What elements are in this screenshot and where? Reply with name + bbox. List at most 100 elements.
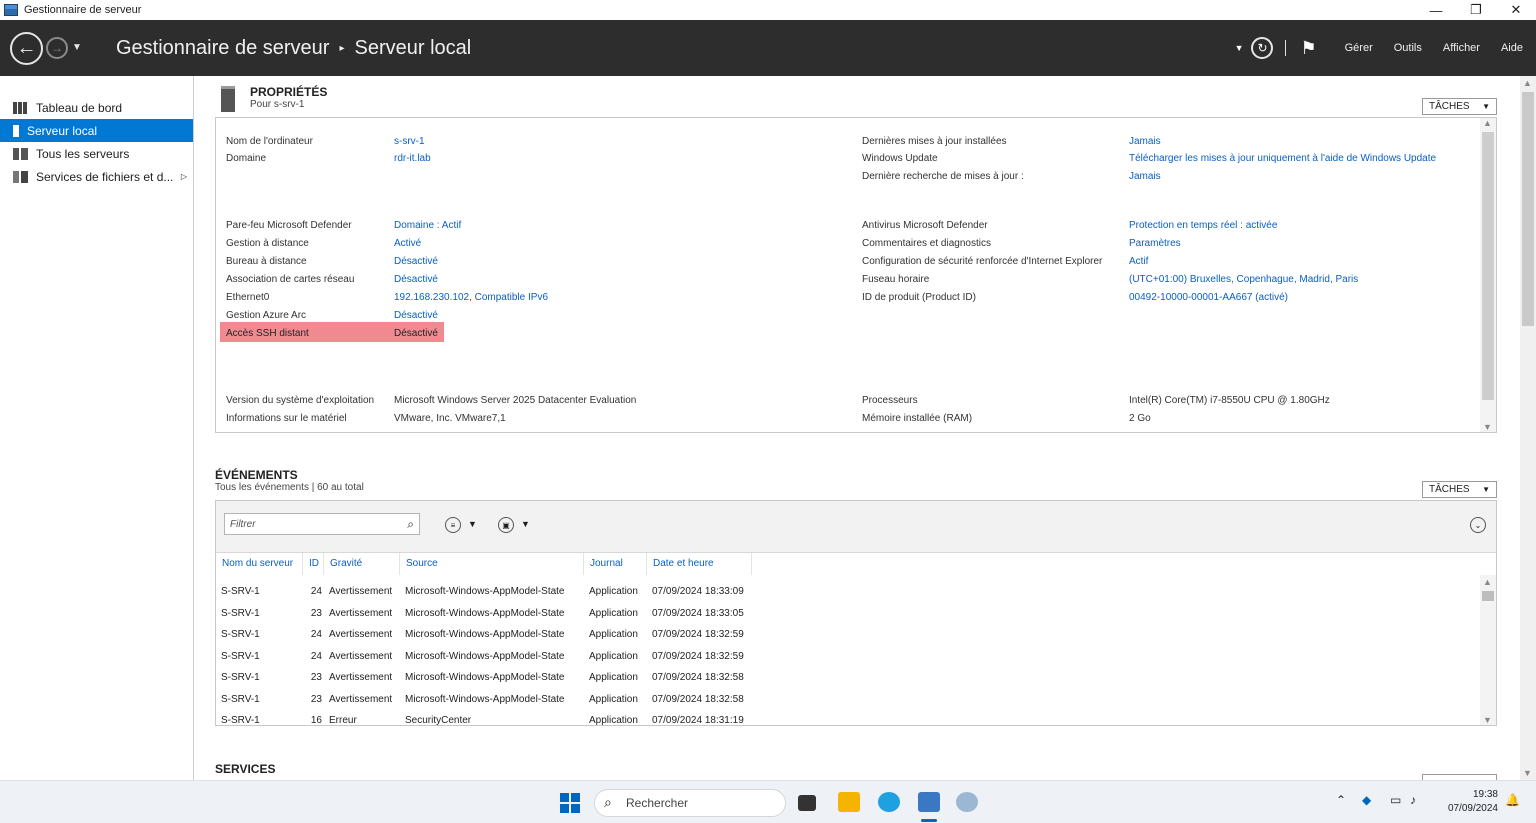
- prop-value-last-check[interactable]: Jamais: [1129, 171, 1161, 182]
- window-controls: — ❐ ✕: [1416, 0, 1536, 20]
- cell-log: Application: [589, 650, 638, 662]
- notifications-flag-icon[interactable]: ⚑: [1300, 38, 1316, 59]
- minimize-button[interactable]: —: [1416, 0, 1456, 20]
- sidebar-item-label: Serveur local: [27, 123, 98, 138]
- menu-afficher[interactable]: Afficher: [1443, 42, 1480, 54]
- server-manager-taskbar-icon[interactable]: [918, 792, 940, 812]
- col-source[interactable]: Source: [400, 553, 584, 575]
- prop-value-nic-teaming[interactable]: Désactivé: [394, 274, 438, 285]
- col-date-time[interactable]: Date et heure: [647, 553, 752, 575]
- menu-aide[interactable]: Aide: [1501, 42, 1523, 54]
- maximize-button[interactable]: ❐: [1456, 0, 1496, 20]
- cell-severity: Erreur: [329, 715, 357, 726]
- taskbar-search[interactable]: ⌕ Rechercher: [594, 789, 786, 817]
- properties-scrollbar[interactable]: ▲ ▼: [1480, 118, 1496, 432]
- properties-tasks-button[interactable]: TÂCHES ▼: [1422, 98, 1497, 115]
- chevron-down-icon: ▼: [1482, 485, 1490, 494]
- events-tasks-button[interactable]: TÂCHES ▼: [1422, 481, 1497, 498]
- arrow-left-icon: ←: [16, 37, 37, 59]
- table-row[interactable]: S-SRV-1 23 Avertissement Microsoft-Windo…: [216, 603, 752, 625]
- tasks-label: TÂCHES: [1429, 484, 1470, 495]
- prop-value-last-updates[interactable]: Jamais: [1129, 136, 1161, 147]
- scroll-up-icon[interactable]: ▲: [1523, 78, 1532, 88]
- scroll-down-icon[interactable]: ▼: [1523, 768, 1532, 778]
- cell-source: Microsoft-Windows-AppModel-State: [405, 693, 565, 705]
- prop-value-remote-desktop[interactable]: Désactivé: [394, 256, 438, 267]
- menu-outils[interactable]: Outils: [1394, 42, 1422, 54]
- events-title: ÉVÉNEMENTS: [215, 468, 298, 482]
- scrollbar-thumb[interactable]: [1482, 132, 1494, 400]
- scrollbar-thumb[interactable]: [1522, 92, 1534, 326]
- table-row[interactable]: S-SRV-1 24 Avertissement Microsoft-Windo…: [216, 581, 752, 603]
- tasks-label: TÂCHES: [1429, 101, 1470, 112]
- properties-header: PROPRIÉTÉS Pour s-srv-1: [250, 85, 327, 110]
- scroll-down-icon[interactable]: ▼: [1483, 422, 1492, 432]
- table-row[interactable]: S-SRV-1 16 Erreur SecurityCenter Applica…: [216, 710, 752, 726]
- search-icon: ⌕: [604, 794, 612, 810]
- col-id[interactable]: ID: [303, 553, 324, 575]
- notification-bell-icon[interactable]: 🔔: [1505, 793, 1520, 807]
- table-row[interactable]: S-SRV-1 23 Avertissement Microsoft-Windo…: [216, 689, 752, 711]
- forward-button[interactable]: →: [46, 37, 68, 59]
- filter-input[interactable]: Filtrer ⌕: [224, 513, 420, 535]
- edge-browser-icon[interactable]: [878, 792, 900, 812]
- refresh-icon[interactable]: ↻: [1251, 37, 1274, 59]
- windows-start-icon[interactable]: [560, 793, 580, 813]
- main-scrollbar[interactable]: ▲ ▼: [1520, 76, 1536, 780]
- col-severity[interactable]: Gravité: [324, 553, 400, 575]
- prop-value-ethernet[interactable]: 192.168.230.102, Compatible IPv6: [394, 292, 548, 303]
- breadcrumb-app[interactable]: Gestionnaire de serveur: [116, 37, 329, 60]
- close-button[interactable]: ✕: [1496, 0, 1536, 20]
- sidebar-item-file-services[interactable]: Services de fichiers et d... ▷: [0, 165, 193, 188]
- search-icon[interactable]: ⌕: [407, 517, 414, 532]
- scroll-down-icon[interactable]: ▼: [1483, 715, 1492, 725]
- sidebar-item-all-servers[interactable]: Tous les serveurs: [0, 142, 193, 165]
- prop-value-remote-management[interactable]: Activé: [394, 238, 421, 249]
- col-server-name[interactable]: Nom du serveur: [216, 553, 303, 575]
- task-view-icon[interactable]: [798, 795, 816, 811]
- menu-gerer[interactable]: Gérer: [1345, 42, 1373, 54]
- prop-value-ssh[interactable]: Désactivé: [394, 328, 438, 339]
- expand-arrow-icon[interactable]: ▷: [181, 172, 187, 181]
- col-log[interactable]: Journal: [584, 553, 647, 575]
- scroll-up-icon[interactable]: ▲: [1483, 118, 1492, 128]
- table-row[interactable]: S-SRV-1 23 Avertissement Microsoft-Windo…: [216, 667, 752, 689]
- save-query-icon[interactable]: ▣: [498, 517, 514, 533]
- back-button[interactable]: ←: [10, 32, 43, 65]
- prop-value-domain[interactable]: rdr-it.lab: [394, 153, 431, 164]
- prop-value-windows-update[interactable]: Télécharger les mises à jour uniquement …: [1129, 153, 1436, 164]
- volume-icon[interactable]: ♪: [1410, 793, 1416, 807]
- events-scrollbar[interactable]: ▲ ▼: [1480, 575, 1496, 725]
- services-header: SERVICES: [215, 762, 275, 776]
- chevron-up-icon[interactable]: ⌃: [1336, 793, 1346, 807]
- properties-title: PROPRIÉTÉS: [250, 85, 328, 99]
- prop-value-ie-esc[interactable]: Actif: [1129, 256, 1148, 267]
- prop-value-firewall[interactable]: Domaine : Actif: [394, 220, 461, 231]
- prop-value-computer-name[interactable]: s-srv-1: [394, 136, 425, 147]
- sidebar-item-local-server[interactable]: Serveur local: [0, 119, 193, 142]
- chevron-down-icon[interactable]: ▼: [468, 519, 477, 529]
- defender-icon[interactable]: ◆: [1362, 793, 1371, 807]
- sidebar-item-dashboard[interactable]: Tableau de bord: [0, 96, 193, 119]
- scrollbar-thumb[interactable]: [1482, 591, 1494, 601]
- prop-value-timezone[interactable]: (UTC+01:00) Bruxelles, Copenhague, Madri…: [1129, 274, 1358, 285]
- history-dropdown-icon[interactable]: ▼: [72, 42, 82, 53]
- prop-value-product-id[interactable]: 00492-10000-00001-AA667 (activé): [1129, 292, 1288, 303]
- file-explorer-icon[interactable]: [838, 792, 860, 812]
- dropdown-icon[interactable]: ▼: [1235, 43, 1244, 53]
- clock-time: 19:38: [1472, 789, 1498, 800]
- prop-value-antivirus[interactable]: Protection en temps réel : activée: [1129, 220, 1277, 231]
- prop-value-diagnostics[interactable]: Paramètres: [1129, 238, 1181, 249]
- network-icon[interactable]: ▭: [1390, 793, 1401, 807]
- cell-source: Microsoft-Windows-AppModel-State: [405, 607, 565, 619]
- expand-icon[interactable]: ⌄: [1470, 517, 1486, 533]
- cell-severity: Avertissement: [329, 650, 393, 662]
- table-row[interactable]: S-SRV-1 24 Avertissement Microsoft-Windo…: [216, 646, 752, 668]
- chevron-down-icon[interactable]: ▼: [521, 519, 530, 529]
- prop-value-azure-arc[interactable]: Désactivé: [394, 310, 438, 321]
- clock[interactable]: 19:38 07/09/2024: [1442, 788, 1498, 816]
- scroll-up-icon[interactable]: ▲: [1483, 577, 1492, 587]
- network-settings-icon[interactable]: [956, 792, 978, 812]
- table-row[interactable]: S-SRV-1 24 Avertissement Microsoft-Windo…: [216, 624, 752, 646]
- list-options-icon[interactable]: ≡: [445, 517, 461, 533]
